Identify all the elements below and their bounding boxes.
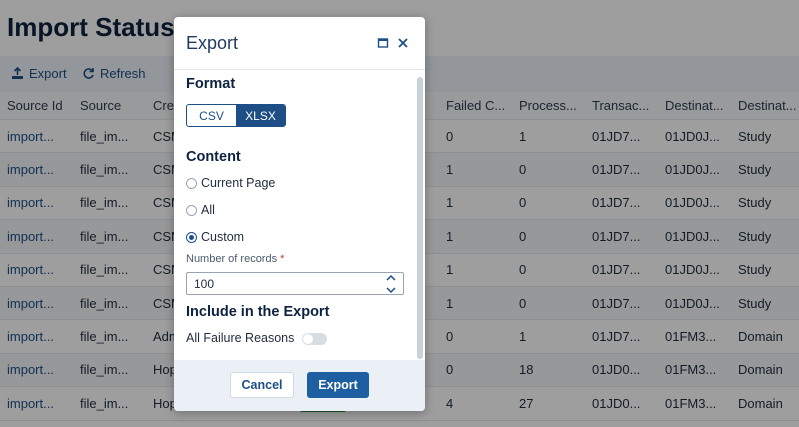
include-heading: Include in the Export	[186, 304, 330, 320]
maximize-icon[interactable]	[377, 37, 389, 49]
export-button[interactable]: Export	[307, 372, 369, 398]
radio-button[interactable]	[186, 177, 197, 189]
content-heading: Content	[186, 149, 241, 165]
failure-reasons-label: All Failure Reasons	[186, 331, 295, 345]
dialog-footer: Cancel Export	[174, 360, 425, 411]
radio-custom[interactable]: Custom	[186, 230, 244, 244]
format-xlsx-option[interactable]: XLSX	[236, 105, 285, 126]
chevron-down-icon[interactable]	[386, 287, 396, 294]
number-of-records-input[interactable]	[186, 272, 404, 295]
radio-label: All	[201, 203, 215, 217]
export-dialog: Export Format CSV XLSX Content Current P…	[174, 17, 425, 411]
cancel-button[interactable]: Cancel	[230, 372, 294, 398]
radio-current-page[interactable]: Current Page	[186, 176, 275, 190]
dialog-scrollbar[interactable]	[417, 77, 423, 359]
close-icon[interactable]	[397, 37, 409, 49]
radio-label: Current Page	[201, 176, 276, 190]
records-label-text: Number of records	[186, 253, 278, 265]
required-mark: *	[280, 253, 285, 265]
format-csv-option[interactable]: CSV	[187, 105, 236, 126]
chevron-up-icon[interactable]	[386, 274, 396, 281]
dialog-title: Export	[186, 33, 239, 53]
failure-reasons-toggle[interactable]	[302, 333, 327, 345]
format-heading: Format	[186, 76, 236, 92]
dialog-header: Export	[174, 17, 425, 70]
format-segmented-control: CSV XLSX	[186, 104, 286, 127]
radio-button[interactable]	[186, 204, 197, 216]
radio-all[interactable]: All	[186, 203, 215, 217]
radio-button-checked[interactable]	[186, 231, 197, 243]
records-field-label: Number of records *	[186, 253, 284, 265]
records-stepper	[386, 274, 400, 294]
radio-label: Custom	[201, 230, 245, 244]
